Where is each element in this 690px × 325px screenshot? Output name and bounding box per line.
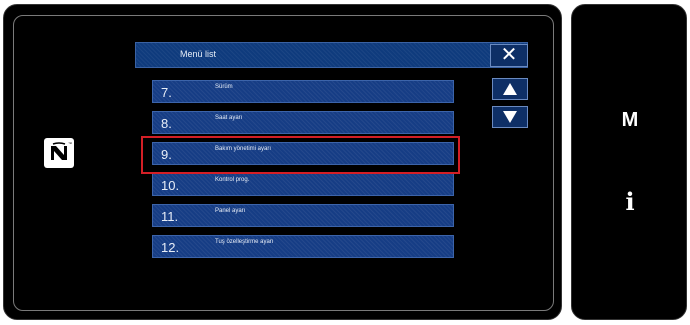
list-item[interactable]: 7. Sürüm bbox=[152, 80, 454, 103]
item-label: Sürüm bbox=[215, 84, 233, 90]
side-panel: M i bbox=[571, 4, 687, 320]
list-item[interactable]: 12. Tuş özelleştirme ayarı bbox=[152, 235, 454, 258]
list-item[interactable]: 11. Panel ayarı bbox=[152, 204, 454, 227]
m-button[interactable]: M bbox=[572, 109, 688, 132]
nfc-icon: ™ bbox=[44, 138, 74, 168]
menu-title: Menü list bbox=[180, 49, 217, 59]
list-item[interactable]: 10. Kontrol prog. bbox=[152, 173, 454, 196]
info-button[interactable]: i bbox=[572, 187, 688, 216]
item-label: Panel ayarı bbox=[215, 208, 246, 214]
item-number: 11. bbox=[161, 209, 179, 224]
close-button[interactable]: ✕ bbox=[490, 44, 528, 67]
item-number: 10. bbox=[161, 178, 180, 193]
item-number: 7. bbox=[161, 85, 172, 100]
selection-highlight bbox=[141, 136, 460, 174]
scroll-up-button[interactable] bbox=[492, 78, 528, 100]
item-number: 8. bbox=[161, 116, 172, 131]
triangle-up-icon bbox=[503, 83, 517, 95]
list-item[interactable]: 8. Saat ayarı bbox=[152, 111, 454, 134]
triangle-down-icon bbox=[503, 111, 517, 123]
menu-header: Menü list bbox=[135, 42, 528, 68]
scroll-down-button[interactable] bbox=[492, 106, 528, 128]
item-label: Tuş özelleştirme ayarı bbox=[215, 239, 274, 245]
item-label: Kontrol prog. bbox=[215, 177, 250, 183]
item-number: 12. bbox=[161, 240, 180, 255]
item-label: Saat ayarı bbox=[215, 115, 243, 121]
svg-text:™: ™ bbox=[68, 141, 72, 146]
